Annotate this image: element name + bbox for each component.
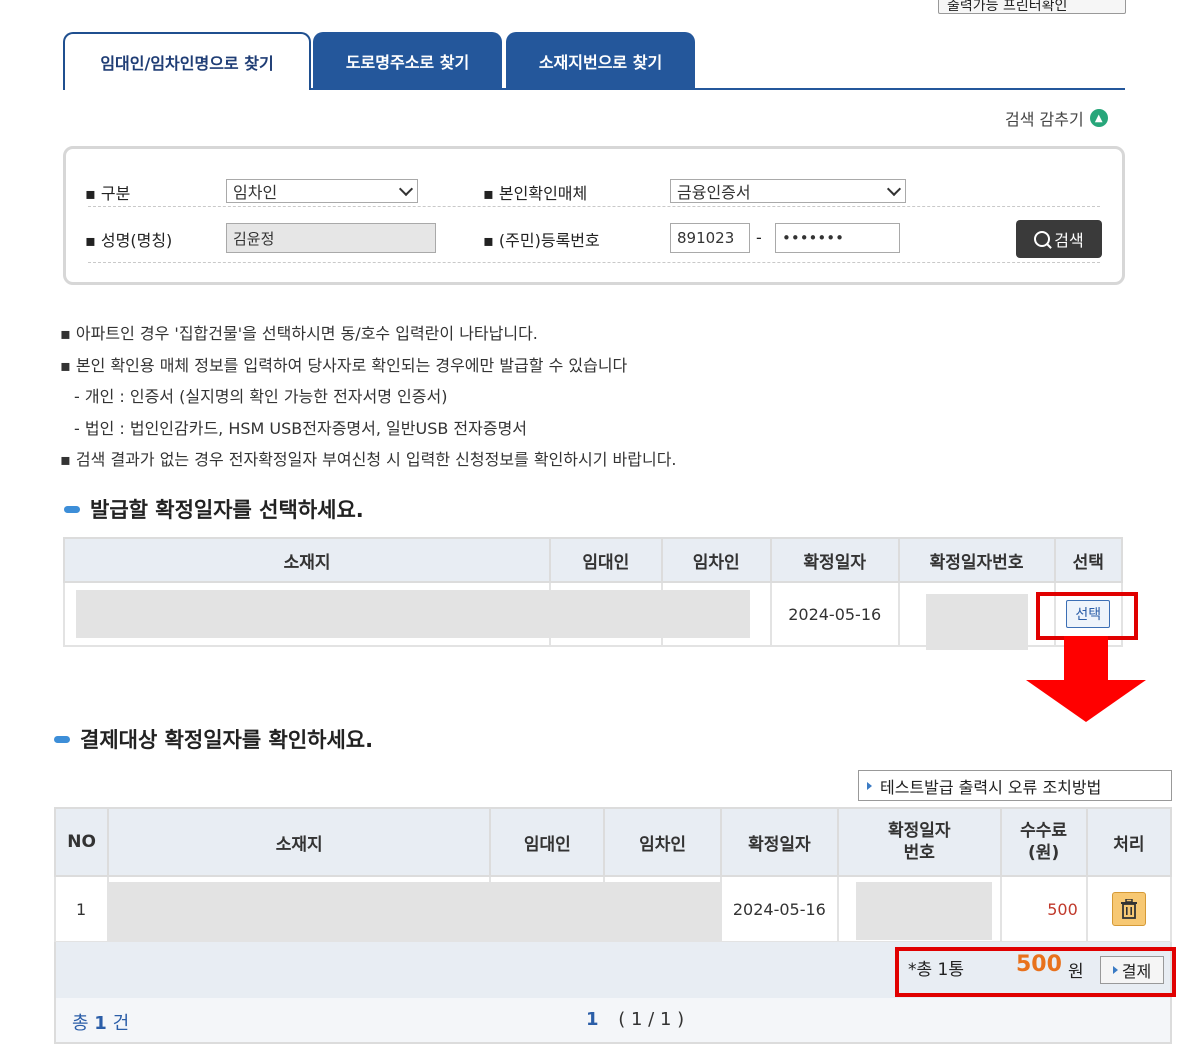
printer-check-button[interactable]: 출력가능 프린터확인 <box>938 0 1126 14</box>
name-label: ▪ 성명(명칭) <box>85 231 173 250</box>
tab-label: 도로명주소로 찾기 <box>345 53 470 72</box>
total-suffix: 건 <box>112 1013 130 1034</box>
col-action: 처리 <box>1085 807 1173 877</box>
pagination: 1 ( 1 / 1 ) <box>586 1009 684 1030</box>
note-line: ▪ 본인 확인용 매체 정보를 입력하여 당사자로 확인되는 경우에만 발급할 … <box>60 355 628 375</box>
type-select-value: 임차인 <box>233 183 278 202</box>
table-header-row: NO 소재지 임대인 임차인 확정일자 확정일자 번호 수수료 (원) 처리 <box>53 807 1173 877</box>
name-value: 김윤정 <box>233 229 275 248</box>
total-number: 1 <box>94 1013 107 1034</box>
tab-lot-number[interactable]: 소재지번으로 찾기 <box>506 32 695 90</box>
note-line: ▪ 아파트인 경우 '집합건물'을 선택하시면 동/호수 입력란이 나타납니다. <box>60 324 538 343</box>
delete-button[interactable] <box>1111 892 1146 926</box>
table-header-row: 소재지 임대인 임차인 확정일자 확정일자번호 선택 <box>62 537 1124 583</box>
redacted-block <box>108 882 720 948</box>
auth-media-select[interactable]: 금융인증서 <box>670 179 906 203</box>
col-landlord: 임대인 <box>549 537 663 583</box>
total-count: 총 1 건 <box>72 1009 129 1035</box>
form-row-divider <box>88 206 1100 207</box>
highlight-select-box <box>1036 592 1138 640</box>
section-title-text: 발급할 확정일자를 선택하세요. <box>90 498 364 522</box>
tab-underline <box>311 88 1125 90</box>
chevron-up-icon: ▲ <box>1089 109 1108 127</box>
hide-search-toggle[interactable]: 검색 감추기 ▲ <box>1005 106 1108 130</box>
section-marker <box>64 505 80 513</box>
tab-label: 임대인/임차인명으로 찾기 <box>100 54 274 73</box>
chevron-down-icon <box>886 181 902 196</box>
down-arrow-icon <box>1026 636 1146 722</box>
test-issue-error-guide-button[interactable]: 테스트발급 출력시 오류 조치방법 <box>858 770 1172 801</box>
col-tenant: 임차인 <box>603 807 722 877</box>
trash-icon <box>1120 899 1137 919</box>
redacted-block <box>76 590 750 638</box>
total-prefix: 총 <box>72 1013 89 1034</box>
date-cell: 2024-05-16 <box>769 581 900 647</box>
fee-cell: 500 <box>999 875 1088 943</box>
tab-label: 소재지번으로 찾기 <box>538 53 663 72</box>
printer-check-label: 출력가능 프린터확인 <box>947 0 1068 14</box>
col-landlord: 임대인 <box>489 807 606 877</box>
section-select-title: 발급할 확정일자를 선택하세요. <box>64 494 364 524</box>
tab-road-address[interactable]: 도로명주소로 찾기 <box>313 32 502 90</box>
regno-label: ▪ (주민)등록번호 <box>483 231 600 250</box>
type-label: ▪ 구분 <box>85 184 131 203</box>
regno-front-value: 891023 <box>677 229 735 247</box>
redacted-block <box>856 882 992 940</box>
col-date: 확정일자 <box>719 807 840 877</box>
note-line: - 법인 : 법인인감카드, HSM USB전자증명서, 일반USB 전자증명서 <box>74 418 528 438</box>
name-field: 김윤정 <box>226 223 436 253</box>
auth-media-value: 금융인증서 <box>677 183 751 202</box>
triangle-right-icon <box>867 781 872 790</box>
search-button[interactable]: 검색 <box>1016 220 1102 258</box>
page-info: ( 1 / 1 ) <box>618 1009 685 1030</box>
note-line: - 개인 : 인증서 (실지명의 확인 가능한 전자서명 인증서) <box>74 387 448 406</box>
section-payment-title: 결제대상 확정일자를 확인하세요. <box>54 724 373 754</box>
guide-notes: ▪ 아파트인 경우 '집합건물'을 선택하시면 동/호수 입력란이 나타납니다.… <box>60 318 1160 476</box>
search-form <box>63 146 1125 285</box>
form-row-divider <box>88 262 1100 263</box>
section-title-text: 결제대상 확정일자를 확인하세요. <box>80 728 374 752</box>
note-line: ▪ 검색 결과가 없는 경우 전자확정일자 부여신청 시 입력한 신청정보를 확… <box>60 450 677 469</box>
tab-landlord-tenant-name[interactable]: 임대인/임차인명으로 찾기 <box>63 32 311 90</box>
search-icon <box>1034 231 1051 247</box>
col-fee: 수수료 (원) <box>999 807 1088 877</box>
error-guide-label: 테스트발급 출력시 오류 조치방법 <box>880 777 1102 797</box>
col-no: NO <box>53 807 110 877</box>
date-cell: 2024-05-16 <box>719 875 840 943</box>
hide-search-label: 검색 감추기 <box>1005 110 1084 129</box>
col-address: 소재지 <box>107 807 492 877</box>
regno-back-input[interactable]: ••••••• <box>775 223 900 253</box>
col-tenant: 임차인 <box>660 537 772 583</box>
col-date-number: 확정일자번호 <box>897 537 1056 583</box>
no-cell: 1 <box>53 875 110 943</box>
regno-separator: - <box>756 228 762 247</box>
chevron-down-icon <box>398 181 414 196</box>
redacted-block <box>926 594 1028 650</box>
col-select: 선택 <box>1053 537 1124 583</box>
section-marker <box>54 735 70 743</box>
regno-front-input[interactable]: 891023 <box>670 223 750 253</box>
media-label: ▪ 본인확인매체 <box>483 184 588 203</box>
page-current[interactable]: 1 <box>586 1009 599 1030</box>
col-date-number: 확정일자 번호 <box>837 807 1002 877</box>
search-button-label: 검색 <box>1054 231 1084 250</box>
regno-back-value: ••••••• <box>782 229 844 247</box>
highlight-summary-box <box>895 947 1176 997</box>
col-date: 확정일자 <box>769 537 900 583</box>
col-address: 소재지 <box>62 537 552 583</box>
action-cell <box>1085 875 1173 943</box>
type-select[interactable]: 임차인 <box>226 179 418 203</box>
